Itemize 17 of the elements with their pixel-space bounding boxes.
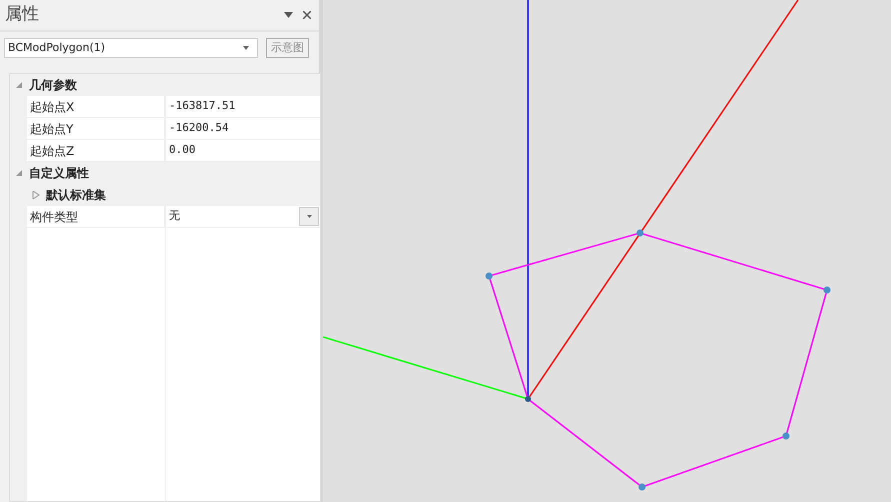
property-value: 无 xyxy=(168,208,181,224)
collapse-icon[interactable] xyxy=(15,169,23,177)
property-value: 0.00 xyxy=(168,142,196,158)
property-value: -16200.54 xyxy=(168,120,230,136)
category-label[interactable]: 几何参数 xyxy=(29,76,77,94)
dropdown-icon[interactable] xyxy=(284,12,293,18)
dropdown-button[interactable] xyxy=(299,207,319,226)
object-select[interactable]: BCModPolygon(1) xyxy=(4,38,258,58)
collapse-icon[interactable] xyxy=(15,81,23,89)
caret-icon xyxy=(243,46,249,50)
close-icon[interactable] xyxy=(303,11,311,19)
caret-icon xyxy=(306,215,312,218)
panel-title: 属性 xyxy=(5,3,39,26)
property-value: -163817.51 xyxy=(168,98,236,114)
expand-icon[interactable] xyxy=(32,191,40,199)
category-label[interactable]: 自定义属性 xyxy=(29,164,89,182)
subcategory-label[interactable]: 默认标准集 xyxy=(46,186,106,204)
